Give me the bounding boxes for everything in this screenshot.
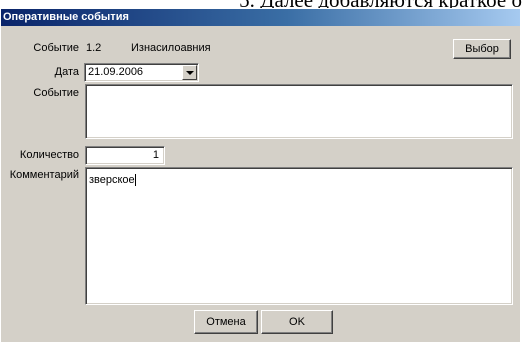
- window-title: Оперативные события: [1, 9, 520, 26]
- dialog-window: Оперативные события Событие 1.2 Изнасило…: [0, 8, 520, 342]
- comment-textarea[interactable]: зверское: [85, 167, 513, 305]
- event-text-label: Событие: [33, 87, 79, 99]
- date-label: Дата: [54, 66, 79, 78]
- select-button[interactable]: Выбор: [453, 39, 511, 59]
- chevron-down-icon[interactable]: [182, 65, 197, 80]
- quantity-field[interactable]: 1: [85, 146, 165, 165]
- quantity-value: 1: [152, 149, 159, 161]
- ok-button[interactable]: OK: [261, 310, 333, 334]
- date-dropdown[interactable]: 21.09.2006: [84, 63, 199, 82]
- quantity-label: Количество: [19, 149, 79, 161]
- event-number: 1.2: [86, 42, 102, 54]
- text-caret: [134, 174, 136, 187]
- cancel-button[interactable]: Отмена: [194, 310, 258, 334]
- comment-value: зверское: [89, 174, 135, 186]
- comment-label: Комментарий: [9, 169, 79, 181]
- event-number-label: Событие: [33, 42, 79, 54]
- date-value: 21.09.2006: [88, 66, 144, 78]
- event-textarea[interactable]: [85, 84, 513, 139]
- event-type: Изнасилоавния: [131, 42, 211, 54]
